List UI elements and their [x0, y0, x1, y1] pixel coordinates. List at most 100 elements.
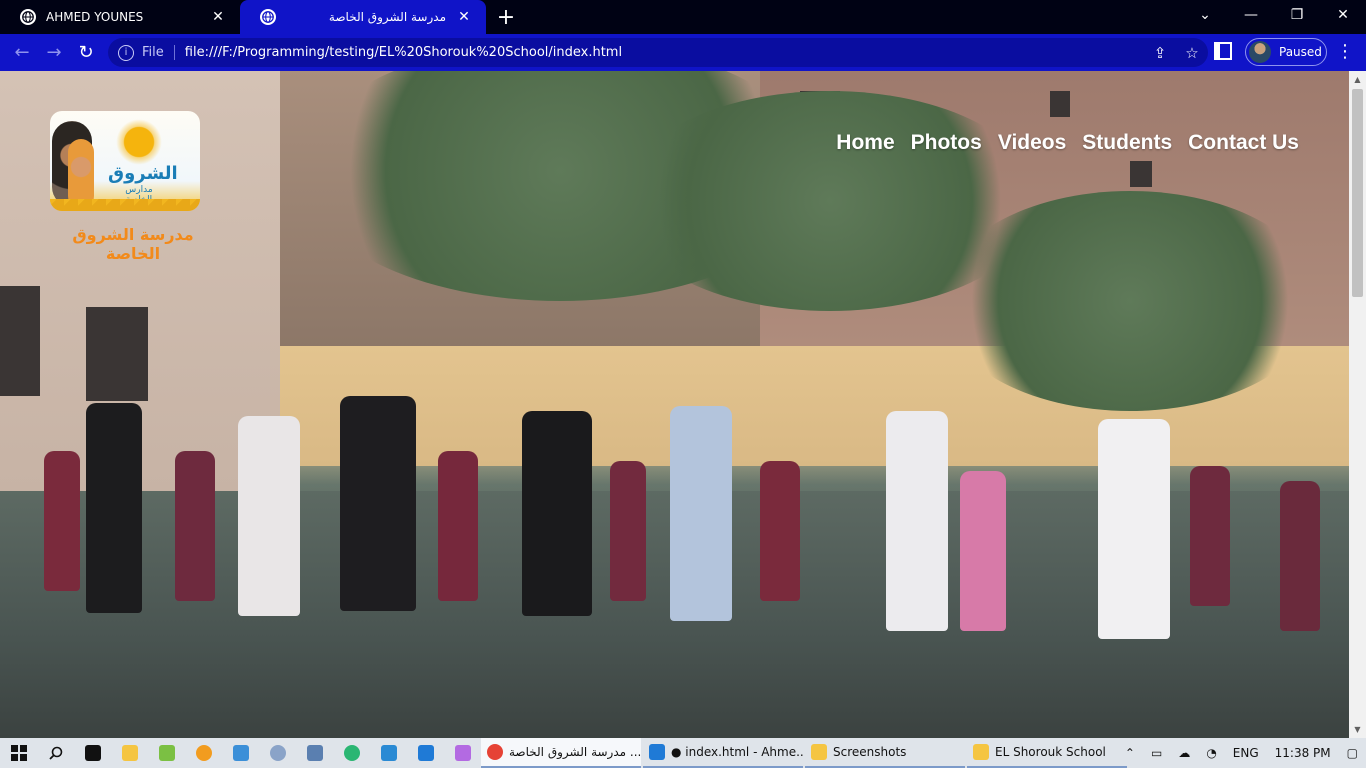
- person-figure: [670, 406, 732, 621]
- globe-icon: [20, 9, 36, 25]
- taskbar-task-vscode[interactable]: ● index.html - Ahme...: [643, 738, 803, 768]
- task-label: EL Shorouk School: [995, 745, 1106, 759]
- tree-canopy: [940, 191, 1320, 411]
- folder-icon: [973, 744, 989, 760]
- tab-ahmed-younes[interactable]: AHMED YOUNES ✕: [0, 0, 240, 34]
- logo-brand-text: الشروق: [108, 163, 178, 184]
- person-figure: [238, 416, 300, 616]
- menu-kebab-icon[interactable]: ⋮: [1336, 40, 1354, 64]
- person-figure: [340, 396, 416, 611]
- main-nav: Home Photos Videos Students Contact Us: [836, 131, 1299, 155]
- reload-icon[interactable]: ↻: [70, 37, 102, 69]
- chevron-up-icon[interactable]: ⌃: [1125, 746, 1135, 760]
- chrome-canary-icon[interactable]: [185, 738, 222, 768]
- folder-icon: [811, 744, 827, 760]
- tab-close-icon[interactable]: ✕: [456, 9, 472, 25]
- taskbar-task-shorouk-folder[interactable]: EL Shorouk School: [967, 738, 1127, 768]
- taskbar-task-screenshots[interactable]: Screenshots: [805, 738, 965, 768]
- background-window: [0, 286, 40, 396]
- forward-arrow-icon[interactable]: →: [38, 37, 70, 69]
- background-window: [86, 307, 148, 401]
- minimize-button[interactable]: —: [1228, 0, 1274, 30]
- student-figure: [438, 451, 478, 601]
- student-figure: [1280, 481, 1320, 631]
- student-figure: [610, 461, 646, 601]
- network-app-icon[interactable]: [222, 738, 259, 768]
- logo-base: [50, 199, 200, 211]
- wifi-icon[interactable]: ◔: [1206, 746, 1216, 760]
- globe-icon: [260, 9, 276, 25]
- chrome-icon: [487, 744, 503, 760]
- sql-app-icon[interactable]: [296, 738, 333, 768]
- start-button[interactable]: [0, 738, 37, 768]
- vscode-icon[interactable]: [407, 738, 444, 768]
- task-label: مدرسة الشروق الخاصة ...: [509, 745, 641, 759]
- school-logo[interactable]: الشروق مدارس الخاصة: [50, 111, 200, 211]
- task-label: Screenshots: [833, 745, 907, 759]
- notification-icon[interactable]: ▢: [1347, 746, 1358, 760]
- side-panel-icon[interactable]: [1214, 42, 1232, 60]
- scheme-label: File: [142, 45, 175, 60]
- student-figure: [960, 471, 1006, 631]
- share-icon[interactable]: ⇪: [1144, 44, 1176, 62]
- scrollbar-thumb[interactable]: [1352, 89, 1363, 297]
- back-arrow-icon[interactable]: ←: [6, 37, 38, 69]
- nav-students[interactable]: Students: [1082, 131, 1172, 155]
- battery-icon[interactable]: ▭: [1151, 746, 1162, 760]
- nav-photos[interactable]: Photos: [911, 131, 982, 155]
- search-icon[interactable]: [37, 738, 74, 768]
- language-indicator[interactable]: ENG: [1233, 746, 1259, 760]
- bookmark-star-icon[interactable]: ☆: [1176, 44, 1208, 62]
- profile-status: Paused: [1279, 45, 1322, 59]
- sun-icon: [116, 119, 162, 165]
- person-figure: [1098, 419, 1170, 639]
- info-icon[interactable]: i: [118, 44, 134, 61]
- tab-close-icon[interactable]: ✕: [210, 9, 226, 25]
- system-tray: ⌃ ▭ ☁ ◔ ENG 11:38 PM ▢: [1117, 738, 1366, 768]
- student-figure: [44, 451, 80, 591]
- taskbar-task-chrome[interactable]: مدرسة الشروق الخاصة ...: [481, 738, 641, 768]
- vscode-icon: [649, 744, 665, 760]
- profile-button[interactable]: Paused: [1245, 38, 1327, 66]
- close-window-button[interactable]: ✕: [1320, 0, 1366, 30]
- window-controls: ⌄ — ❐ ✕: [1182, 0, 1366, 34]
- address-bar[interactable]: i File file:///F:/Programming/testing/EL…: [108, 38, 1208, 67]
- tab-shorouk-school[interactable]: مدرسة الشروق الخاصة ✕: [240, 0, 486, 34]
- gallery-app-icon[interactable]: [148, 738, 185, 768]
- browser-toolbar: ← → ↻ i File file:///F:/Programming/test…: [0, 34, 1366, 71]
- scroll-down-icon[interactable]: ▼: [1349, 721, 1366, 738]
- hero-section: الشروق مدارس الخاصة مدرسة الشروق الخاصة …: [0, 71, 1349, 738]
- tab-search-icon[interactable]: ⌄: [1182, 0, 1228, 30]
- remote-desktop-icon[interactable]: [370, 738, 407, 768]
- cloud-icon[interactable]: ☁: [1178, 746, 1190, 760]
- tab-title: مدرسة الشروق الخاصة: [328, 10, 446, 24]
- student-figure: [760, 461, 800, 601]
- r-app-icon[interactable]: [259, 738, 296, 768]
- windows-taskbar: مدرسة الشروق الخاصة ... ● index.html - A…: [0, 738, 1366, 768]
- task-label: ● index.html - Ahme...: [671, 745, 803, 759]
- school-name: مدرسة الشروق الخاصة: [72, 225, 194, 263]
- scroll-up-icon[interactable]: ▲: [1349, 71, 1366, 88]
- nav-contact-us[interactable]: Contact Us: [1188, 131, 1299, 155]
- person-figure: [886, 411, 948, 631]
- tab-strip: AHMED YOUNES ✕ مدرسة الشروق الخاصة ✕ + ⌄…: [0, 0, 1366, 34]
- edge-icon[interactable]: [333, 738, 370, 768]
- person-figure: [522, 411, 592, 616]
- pycharm-icon[interactable]: [74, 738, 111, 768]
- vertical-scrollbar[interactable]: ▲ ▼: [1349, 71, 1366, 738]
- student-figure: [1190, 466, 1230, 606]
- windows-logo-icon: [10, 745, 27, 761]
- git-app-icon[interactable]: [444, 738, 481, 768]
- tab-title: AHMED YOUNES: [46, 10, 144, 24]
- avatar: [1249, 41, 1271, 63]
- clock[interactable]: 11:38 PM: [1275, 746, 1331, 760]
- restore-button[interactable]: ❐: [1274, 0, 1320, 30]
- nav-home[interactable]: Home: [836, 131, 894, 155]
- new-tab-button[interactable]: +: [486, 0, 526, 34]
- person-figure: [86, 403, 142, 613]
- file-explorer-icon[interactable]: [111, 738, 148, 768]
- student-figure: [175, 451, 215, 601]
- background-window: [1130, 161, 1152, 187]
- nav-videos[interactable]: Videos: [998, 131, 1066, 155]
- url-text[interactable]: file:///F:/Programming/testing/EL%20Shor…: [185, 45, 1144, 60]
